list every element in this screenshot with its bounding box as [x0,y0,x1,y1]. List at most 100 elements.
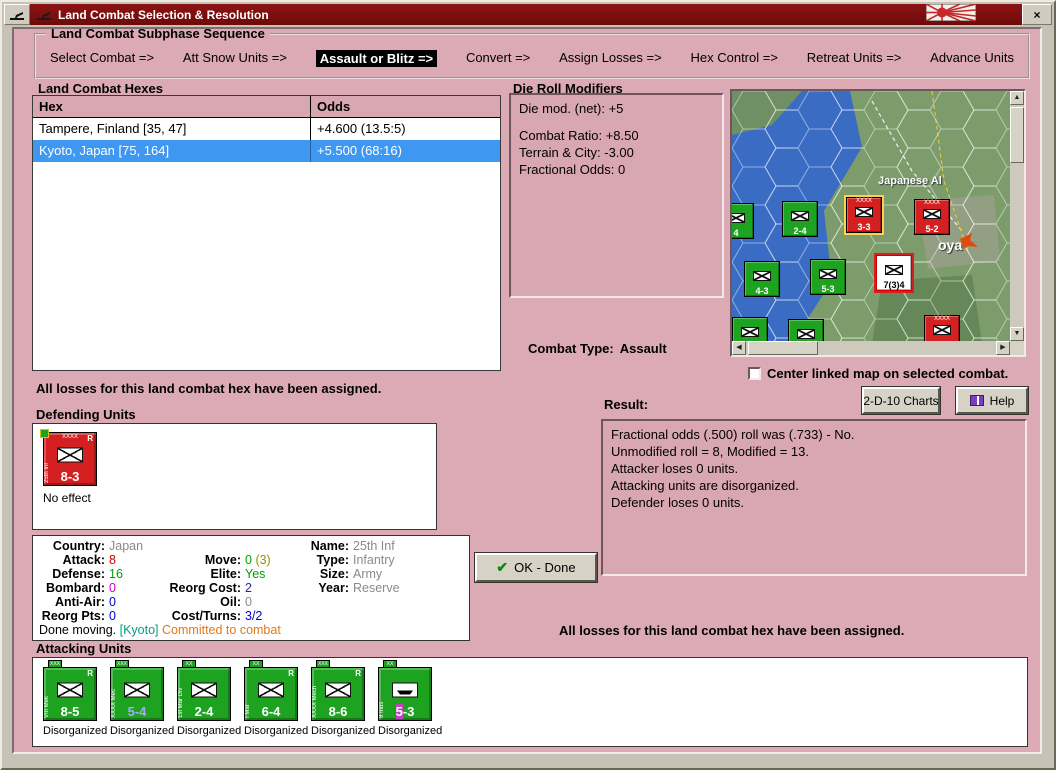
infantry-symbol [741,326,759,337]
attacking-unit[interactable]: XX I Mar R 6-4 Disorganized [244,660,310,737]
unit-status: Disorganized [43,725,108,737]
close-button[interactable]: × [1022,4,1052,25]
infantry-symbol [797,328,815,339]
defending-title: Defending Units [36,407,136,422]
unit-strength: 8-3 [60,469,80,484]
center-map-option: Center linked map on selected combat. [748,366,1008,381]
move-value: 0 [245,553,252,567]
attacking-unit[interactable]: XX 1st Mar Div 2-4 Disorganized [177,660,243,737]
unit-strength-highlight: 5 [395,704,403,719]
result-title: Result: [604,397,649,412]
scroll-left-button[interactable]: ◀ [732,341,746,355]
window-title: Land Combat Selection & Resolution [58,7,269,22]
map-unit-counter[interactable]: XXXX [924,315,960,341]
unit-flag-label: R [288,669,294,678]
defending-units-panel: XXXX R 25th Inf 8-3 No effect [32,423,437,530]
horizontal-scroll-thumb[interactable] [748,341,818,355]
unit-strength: -3 [402,704,415,719]
unit-status: Disorganized [177,725,242,737]
step-assign-losses: Assign Losses => [559,50,662,65]
map-view[interactable]: Japanese Al oya 4 2-4 XXXX 3-3 XXXX 5-2 … [732,91,1010,341]
unit-status-line: Done moving. [Kyoto] Committed to combat [39,623,463,637]
motorized-symbol [819,268,837,279]
map-unit-counter[interactable]: 5-3 [810,259,846,295]
table-row-selected[interactable]: Kyoto, Japan [75, 164] +5.500 (68:16) [33,140,500,162]
unit-corps-tab: XX [383,660,397,668]
combat-type: Combat Type: Assault [528,341,673,356]
unit-corps-tab: XX [182,660,196,668]
name-value: 25th Inf [353,539,395,553]
committed-hex-text: [Kyoto] [119,623,159,637]
defending-unit[interactable]: XXXX R 25th Inf 8-3 No effect [40,429,113,505]
attacking-unit[interactable]: XXX VIII Mek R 8-5 Disorganized [43,660,109,737]
anti-air-label: Anti-Air: [55,595,105,609]
combat-type-value: Assault [619,341,667,356]
subphase-title: Land Combat Subphase Sequence [46,29,270,41]
attacking-unit[interactable]: XX 8 Inds 5-3 Disorganized [378,660,444,737]
oil-value: 0 [245,595,252,609]
titlebar[interactable]: Land Combat Selection & Resolution [30,4,1022,25]
step-assault-or-blitz: Assault or Blitz => [315,50,438,67]
map-unit-counter[interactable]: 7(3)4 [874,253,914,293]
infantry-symbol [791,210,809,221]
table-row[interactable]: Tampere, Finland [35, 47] +4.600 (13.5:5… [33,118,500,140]
infantry-symbol [855,206,873,217]
unit-strength: 4 [733,228,739,238]
step-att-snow-units: Att Snow Units => [182,50,287,65]
scroll-down-button[interactable]: ▼ [1010,327,1024,341]
unit-strength: 5-2 [925,224,939,234]
map-horizontal-scrollbar[interactable]: ◀ ▶ [732,341,1010,355]
unit-corps-tab: XX [249,660,263,668]
unit-status: Disorganized [244,725,309,737]
move-label: Move: [204,553,241,567]
charts-button[interactable]: 2-D-10 Charts [862,387,940,414]
down-arrow-icon: ▼ [1013,330,1021,337]
size-value: Army [353,567,383,581]
map-unit-counter[interactable] [732,317,768,341]
unit-strength: 8-6 [328,704,348,719]
unit-status: Disorganized [378,725,443,737]
hexes-title: Land Combat Hexes [38,81,163,96]
unit-size-label: XXXX [855,198,872,204]
help-button[interactable]: Help [956,387,1028,414]
infantry-symbol [753,270,771,281]
map-unit-counter[interactable]: XXXX 5-2 [914,199,950,235]
type-value: Infantry [353,553,395,567]
unit-strength: 2-4 [194,704,214,719]
center-map-checkbox[interactable] [748,367,761,380]
mechanized-symbol [325,682,351,698]
landing-craft-symbol [392,682,418,698]
scroll-up-button[interactable]: ▲ [1010,91,1024,105]
map-unit-counter[interactable]: 4-3 [744,261,780,297]
map-unit-counter[interactable]: 2-4 [782,201,818,237]
ok-done-label: OK - Done [514,560,576,575]
scroll-right-button[interactable]: ▶ [996,341,1010,355]
modifiers-panel: Die mod. (net): +5 Combat Ratio: +8.50 T… [509,93,724,298]
committed-text: Committed to combat [162,623,281,637]
reorg-pts-value: 0 [109,609,116,623]
map-vertical-scrollbar[interactable]: ▲ ▼ [1010,91,1024,341]
window-system-corner [4,4,30,25]
map-unit-counter[interactable] [788,319,824,341]
map-unit-counter[interactable]: 4 [732,203,754,239]
hexes-table-header: Hex Odds [33,96,500,118]
map-region-label: Japanese Al [878,175,942,187]
step-advance-units: Advance Units [930,50,1014,65]
defense-value: 16 [109,567,123,581]
attacking-unit[interactable]: XXX XXXX Mec 5-4 Disorganized [110,660,176,737]
left-arrow-icon: ◀ [736,344,742,351]
hexes-table: Hex Odds Tampere, Finland [35, 47] +4.60… [32,95,501,371]
charts-button-label: 2-D-10 Charts [863,393,939,408]
map-unit-counter-selected[interactable]: XXXX 3-3 [844,195,884,235]
result-line: Defender loses 0 units. [611,495,744,510]
unit-size-label: XXXX [933,316,950,322]
cost-turns-label: Cost/Turns: [171,609,241,623]
vertical-scroll-thumb[interactable] [1010,107,1024,163]
result-panel: Fractional odds (.500) roll was (.733) -… [601,419,1027,576]
ok-done-button[interactable]: ✔ OK - Done [475,553,597,582]
combat-type-label: Combat Type: [528,341,614,356]
year-label: Year: [318,581,349,595]
center-map-label: Center linked map on selected combat. [767,366,1009,381]
reorg-pts-label: Reorg Pts: [41,609,105,623]
attacking-unit[interactable]: XXX XXXX Mech R 8-6 Disorganized [311,660,377,737]
